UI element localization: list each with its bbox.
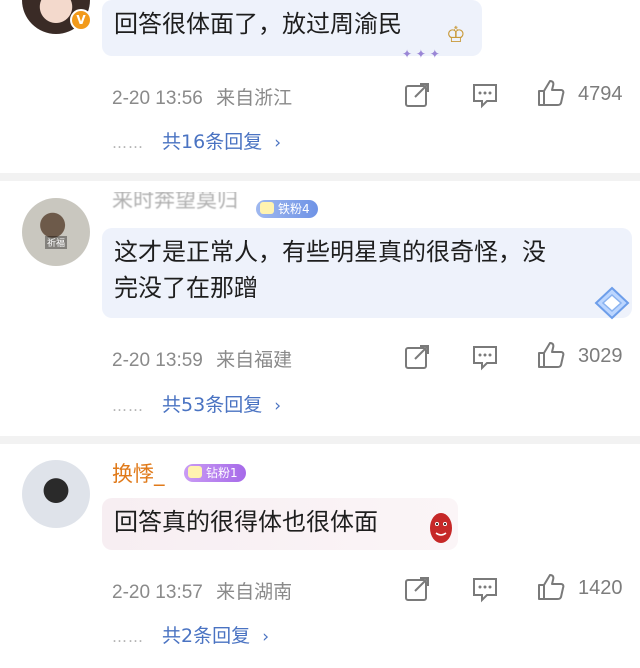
divider: [0, 173, 640, 181]
fan-badge[interactable]: 钻粉1: [184, 464, 246, 482]
comment-meta: 2-20 13:59 来自福建: [112, 345, 292, 372]
comment-meta: 2-20 13:56 来自浙江: [112, 83, 292, 110]
share-icon[interactable]: [402, 80, 432, 110]
replies-count: 共53条回复: [162, 394, 263, 416]
comment-bubble: 这才是正常人，有些明星真的很奇怪，没 完没了在那蹭: [102, 228, 632, 320]
comment-icon[interactable]: [470, 574, 500, 604]
chevron-right-icon: ›: [274, 396, 282, 416]
dots-icon: ……: [112, 396, 144, 415]
comment-icon[interactable]: [470, 80, 500, 110]
comment-text-line: 这才是正常人，有些明星真的很奇怪，没: [114, 238, 546, 266]
prince-decoration-icon: ♔: [446, 23, 466, 48]
share-icon[interactable]: [402, 574, 432, 604]
share-icon[interactable]: [402, 342, 432, 372]
replies-link[interactable]: …… 共2条回复 ›: [112, 621, 269, 648]
chevron-right-icon: ›: [262, 627, 269, 647]
replies-link[interactable]: …… 共16条回复 ›: [112, 127, 281, 154]
diamond-decoration-icon: [594, 286, 630, 320]
fan-badge[interactable]: 铁粉4: [256, 200, 318, 218]
comment-time: 2-20 13:57: [112, 582, 203, 603]
avatar[interactable]: 祈福: [22, 198, 90, 266]
comment-icon[interactable]: [470, 342, 500, 372]
comment-meta: 2-20 13:57 来自湖南: [112, 577, 292, 604]
dots-icon: ……: [112, 627, 144, 646]
comment-text: 回答真的很得体也很体面: [114, 508, 378, 536]
like-icon[interactable]: [536, 572, 566, 602]
chevron-right-icon: ›: [274, 133, 282, 153]
like-count: 4794: [578, 83, 623, 105]
comment-location: 来自福建: [216, 350, 293, 371]
comment-location: 来自浙江: [216, 88, 293, 109]
username[interactable]: 换悸_: [112, 458, 165, 488]
verified-badge: V: [70, 9, 92, 31]
like-count: 3029: [578, 345, 623, 367]
comment-text-line: 完没了在那蹭: [114, 274, 258, 302]
avatar-tag: 祈福: [45, 236, 68, 249]
like-count: 1420: [578, 577, 623, 599]
bean-decoration-icon: [430, 513, 452, 543]
like-icon[interactable]: [536, 78, 566, 108]
comment-bubble: 回答很体面了，放过周渝民 ✦ ✦ ✦ ♔: [102, 0, 482, 61]
comment-time: 2-20 13:56: [112, 88, 203, 109]
sparkle-decoration-icon: ✦ ✦ ✦: [402, 47, 440, 61]
like-icon[interactable]: [536, 340, 566, 370]
dots-icon: ……: [112, 133, 144, 152]
comment-bubble: 回答真的很得体也很体面: [102, 498, 458, 550]
avatar[interactable]: [22, 460, 90, 528]
comment-location: 来自湖南: [216, 582, 293, 603]
comment-time: 2-20 13:59: [112, 350, 203, 371]
replies-count: 共2条回复: [162, 625, 251, 647]
replies-count: 共16条回复: [162, 131, 263, 153]
replies-link[interactable]: …… 共53条回复 ›: [112, 390, 281, 417]
username[interactable]: 来时奔望莫归: [112, 192, 238, 214]
divider: [0, 436, 640, 444]
